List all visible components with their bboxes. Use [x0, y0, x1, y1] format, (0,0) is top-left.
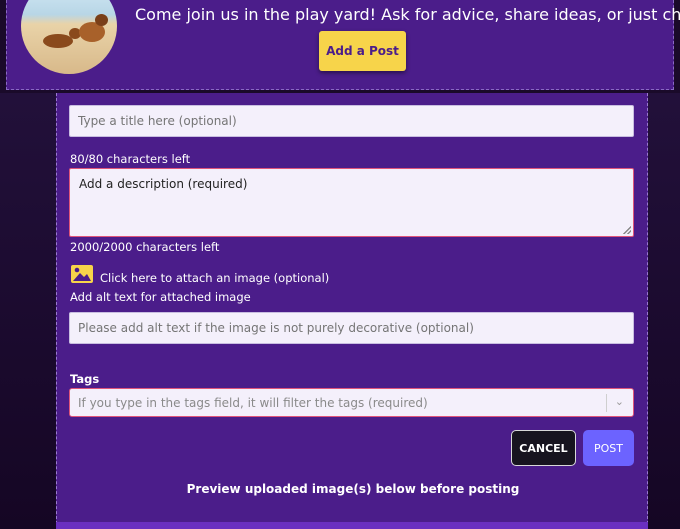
tags-separator — [606, 394, 607, 412]
image-icon[interactable] — [70, 264, 94, 284]
tags-select[interactable]: If you type in the tags field, it will f… — [69, 388, 634, 417]
description-placeholder: Add a description (required) — [79, 177, 248, 191]
cancel-button[interactable]: CANCEL — [511, 430, 576, 466]
title-character-count: 80/80 characters left — [70, 152, 191, 166]
title-input[interactable] — [69, 105, 634, 137]
page-background-right — [648, 93, 680, 529]
alt-text-input[interactable] — [69, 312, 634, 344]
new-post-form: 80/80 characters left Add a description … — [56, 93, 648, 529]
alt-text-label: Add alt text for attached image — [70, 290, 251, 304]
post-button[interactable]: POST — [583, 430, 634, 466]
welcome-text: Come join us in the play yard! Ask for a… — [135, 5, 680, 24]
page-background-left — [0, 93, 56, 529]
add-post-button[interactable]: Add a Post — [319, 31, 406, 71]
form-bottom-edge — [56, 522, 648, 529]
chevron-down-icon[interactable]: ⌄ — [615, 395, 624, 408]
dogs-avatar-image — [21, 0, 117, 74]
description-character-count: 2000/2000 characters left — [70, 240, 220, 254]
attach-image-link[interactable]: Click here to attach an image (optional) — [100, 271, 329, 285]
preview-notice: Preview uploaded image(s) below before p… — [186, 482, 520, 496]
tags-label: Tags — [70, 372, 100, 386]
tags-placeholder: If you type in the tags field, it will f… — [78, 396, 428, 410]
resize-handle[interactable] — [623, 226, 631, 234]
forum-header: Come join us in the play yard! Ask for a… — [6, 0, 680, 90]
description-textarea[interactable]: Add a description (required) — [69, 168, 634, 237]
